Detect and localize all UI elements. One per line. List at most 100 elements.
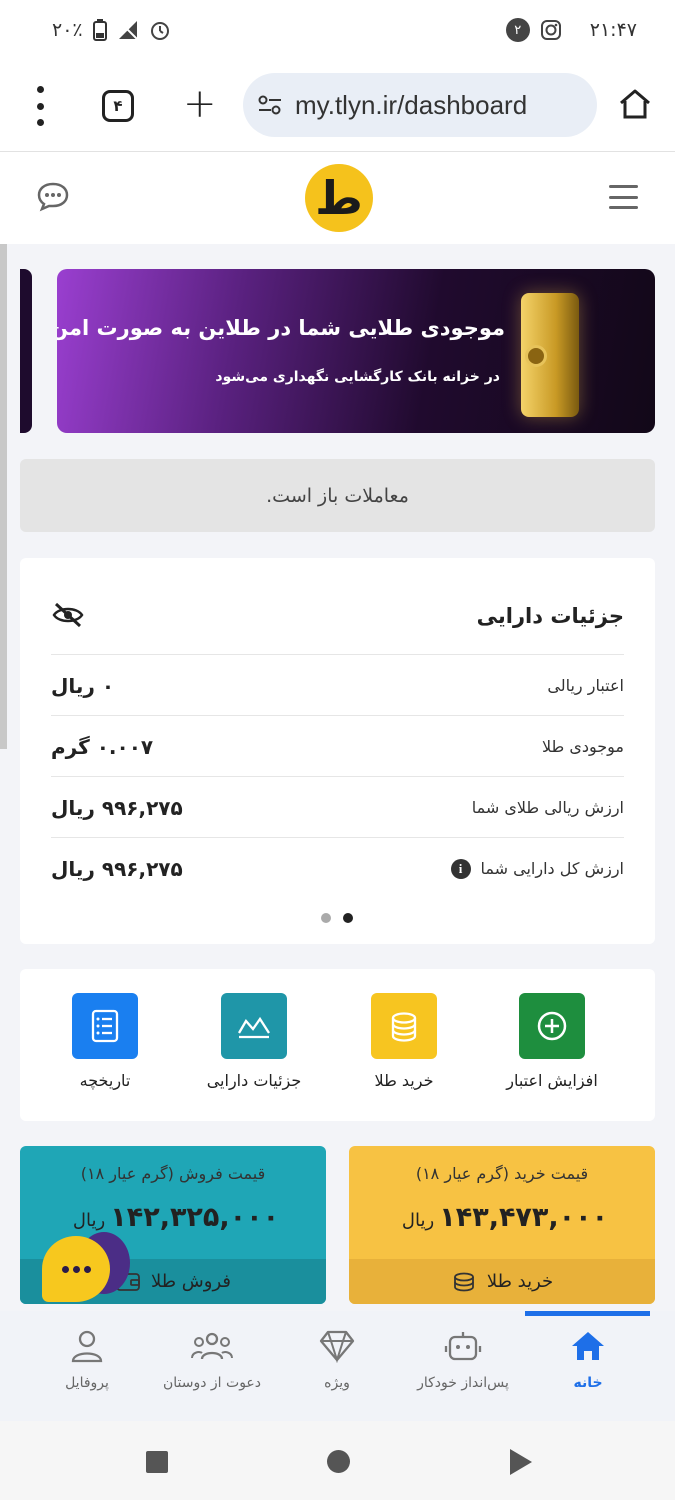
area-chart-icon xyxy=(238,1016,270,1039)
info-icon[interactable]: i xyxy=(450,858,471,879)
asset-row-value: ۰.۰۰۷ گرم xyxy=(51,734,154,759)
asset-row-label: ارزش کل دارایی شما xyxy=(480,859,624,878)
banner-subtitle: در خزانه بانک کارگشایی نگهداری می‌شود xyxy=(215,369,500,385)
notification-badge: ۲ xyxy=(505,18,530,42)
buy-price-title: قیمت خرید (گرم عیار ۱۸) xyxy=(415,1164,589,1183)
sell-price-number: ۱۴۲,۳۲۵,۰۰۰ xyxy=(110,1202,280,1233)
clock: ۲۱:۴۷ xyxy=(589,19,637,41)
battery-icon xyxy=(92,19,107,41)
buy-gold-button[interactable]: خرید طلا xyxy=(349,1259,655,1304)
banner-title: موجودی طلایی شما در طلاین به صورت امن xyxy=(57,316,505,340)
buy-price-currency: ریال xyxy=(401,1210,435,1231)
buy-gold-button-label: خرید طلا xyxy=(486,1271,554,1292)
action-history[interactable]: تاریخچه xyxy=(25,993,185,1090)
robot-icon xyxy=(444,1332,482,1361)
nav-label: ویژه xyxy=(324,1375,350,1391)
alarm-icon xyxy=(150,22,169,40)
asset-row-label: اعتبار ریالی xyxy=(547,676,624,695)
action-icon-box xyxy=(519,993,585,1059)
vault-knob xyxy=(525,345,547,367)
action-label: افزایش اعتبار xyxy=(506,1071,598,1090)
status-right: ۲ ۲۱:۴۷ xyxy=(505,18,637,42)
battery-text: ۲۰٪ xyxy=(52,19,83,41)
home-icon xyxy=(572,1332,604,1360)
support-chat-button[interactable] xyxy=(42,1236,110,1302)
diamond-icon xyxy=(319,1330,355,1363)
nav-invite-friends[interactable]: دعوت از دوستان xyxy=(147,1329,277,1391)
home-icon[interactable] xyxy=(618,88,652,120)
action-increase-credit[interactable]: افزایش اعتبار xyxy=(472,993,632,1090)
recent-apps-icon[interactable] xyxy=(146,1451,168,1473)
quick-actions: افزایش اعتبار خرید طلا جزئیات دارایی تار… xyxy=(20,969,655,1121)
asset-row-total-value: ارزش کل دارایی شما i ۹۹۶,۲۷۵ ریال xyxy=(51,837,624,899)
action-asset-details[interactable]: جزئیات دارایی xyxy=(174,993,334,1090)
action-label: جزئیات دارایی xyxy=(206,1071,302,1090)
system-navigation-bar xyxy=(0,1421,675,1500)
browser-menu-icon[interactable] xyxy=(28,86,52,126)
asset-row-rial-credit: اعتبار ریالی ۰ ریال xyxy=(51,654,624,716)
action-label: تاریخچه xyxy=(79,1071,131,1090)
tab-count-button[interactable]: ۴ xyxy=(102,90,134,122)
asset-row-label-wrap: ارزش کل دارایی شما i xyxy=(450,858,624,879)
asset-row-value: ۹۹۶,۲۷۵ ریال xyxy=(51,795,183,820)
status-left: ۲۰٪ xyxy=(52,19,171,41)
sell-price-currency: ریال xyxy=(72,1210,106,1231)
buy-price-value: ۱۴۳,۴۷۳,۰۰۰ ریال xyxy=(349,1202,655,1233)
action-icon-box xyxy=(72,993,138,1059)
nav-auto-savings[interactable]: پس‌انداز خودکار xyxy=(398,1329,528,1391)
market-status-notice: معاملات باز است. xyxy=(20,459,655,532)
back-icon[interactable] xyxy=(510,1449,532,1475)
checklist-icon xyxy=(91,1009,119,1043)
home-button-icon[interactable] xyxy=(327,1450,350,1473)
asset-row-gold-value: ارزش ریالی طلای شما ۹۹۶,۲۷۵ ریال xyxy=(51,776,624,838)
asset-details-title: جزئیات دارایی xyxy=(476,604,624,628)
site-settings-icon[interactable] xyxy=(257,94,283,116)
app-header: ط xyxy=(0,152,675,244)
instagram-icon xyxy=(540,20,561,40)
nav-label: دعوت از دوستان xyxy=(162,1375,262,1391)
banner-previous-slide[interactable] xyxy=(20,269,32,433)
signal-icon xyxy=(118,21,138,40)
coins-icon xyxy=(453,1272,474,1291)
new-tab-icon[interactable]: + xyxy=(183,82,217,126)
nav-label: خانه xyxy=(573,1375,603,1391)
asset-details-card: جزئیات دارایی اعتبار ریالی ۰ ریال موجودی… xyxy=(20,558,655,944)
nav-profile[interactable]: پروفایل xyxy=(22,1329,152,1391)
status-bar: ۲۰٪ ۲ ۲۱:۴۷ xyxy=(0,0,675,60)
add-circle-icon xyxy=(537,1011,567,1041)
carousel-dot-active[interactable] xyxy=(343,913,353,923)
coins-icon xyxy=(391,1012,417,1042)
asset-row-value: ۰ ریال xyxy=(51,673,115,698)
bottom-navigation: خانه پس‌انداز خودکار ویژه دعوت از دوستان… xyxy=(0,1311,675,1421)
nav-home[interactable]: خانه xyxy=(523,1329,653,1391)
carousel-dots xyxy=(321,913,353,923)
action-label: خرید طلا xyxy=(374,1071,434,1090)
hamburger-menu-icon[interactable] xyxy=(609,185,638,209)
sell-price-title: قیمت فروش (گرم عیار ۱۸) xyxy=(80,1164,266,1183)
user-icon xyxy=(71,1330,103,1363)
buy-price-card: قیمت خرید (گرم عیار ۱۸) ۱۴۳,۴۷۳,۰۰۰ ریال… xyxy=(349,1146,655,1304)
tlyn-logo[interactable]: ط xyxy=(305,164,373,232)
nav-label: پس‌انداز خودکار xyxy=(417,1375,509,1391)
scrollbar[interactable] xyxy=(0,244,7,749)
asset-row-label: ارزش ریالی طلای شما xyxy=(471,798,624,817)
carousel-dot[interactable] xyxy=(321,913,331,923)
nav-special[interactable]: ویژه xyxy=(272,1329,402,1391)
active-tab-indicator xyxy=(525,1311,650,1316)
sell-gold-button-label: فروش طلا xyxy=(151,1271,231,1292)
action-buy-gold[interactable]: خرید طلا xyxy=(324,993,484,1090)
action-icon-box xyxy=(371,993,437,1059)
users-icon xyxy=(191,1332,233,1360)
buy-price-number: ۱۴۳,۴۷۳,۰۰۰ xyxy=(439,1202,609,1233)
chat-icon[interactable] xyxy=(36,180,70,212)
asset-row-value: ۹۹۶,۲۷۵ ریال xyxy=(51,856,183,881)
asset-row-gold-balance: موجودی طلا ۰.۰۰۷ گرم xyxy=(51,715,624,777)
nav-label: پروفایل xyxy=(65,1375,109,1391)
action-icon-box xyxy=(221,993,287,1059)
url-text: my.tlyn.ir/dashboard xyxy=(295,89,528,120)
sell-price-value: ۱۴۲,۳۲۵,۰۰۰ ریال xyxy=(20,1202,326,1233)
asset-row-label: موجودی طلا xyxy=(541,737,624,756)
hide-balance-icon[interactable] xyxy=(51,602,85,628)
promo-banner[interactable]: موجودی طلایی شما در طلاین به صورت امن در… xyxy=(57,269,655,433)
address-bar[interactable]: my.tlyn.ir/dashboard xyxy=(243,73,597,137)
